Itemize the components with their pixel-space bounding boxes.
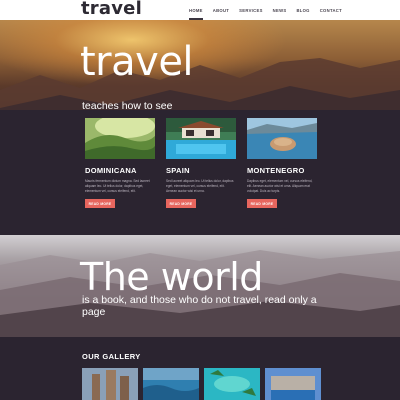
nav-contact[interactable]: CONTACT (320, 8, 342, 13)
card-text: Dapibus eget, elementum vel, cursus elei… (247, 179, 313, 193)
read-more-button[interactable]: READ MORE (166, 199, 196, 208)
gallery-thumb-lagoon[interactable] (204, 368, 260, 400)
nav-blog[interactable]: BLOG (296, 8, 309, 13)
gallery-title: OUR GALLERY (82, 352, 141, 361)
quote-subtitle: is a book, and those who do not travel, … (82, 294, 317, 318)
read-more-button[interactable]: READ MORE (85, 199, 115, 208)
destination-card-dominicana: DOMINICANA Mauris fermentum dictum magna… (85, 118, 155, 208)
spain-image[interactable] (166, 118, 236, 159)
gallery-thumb-hotel[interactable] (265, 368, 321, 400)
destination-card-spain: SPAIN Sed laoreet aliquam leo. Ut tellus… (166, 118, 236, 208)
card-title: DOMINICANA (85, 166, 137, 175)
card-title: SPAIN (166, 166, 190, 175)
quote-banner: The world is a book, and those who do no… (0, 235, 400, 337)
gallery-section: OUR GALLERY (0, 337, 400, 400)
destinations-section: DOMINICANA Mauris fermentum dictum magna… (0, 110, 400, 235)
nav-services[interactable]: SERVICES (239, 8, 263, 13)
gallery-thumb-cathedral[interactable] (82, 368, 138, 400)
card-title: MONTENEGRO (247, 166, 305, 175)
card-text: Mauris fermentum dictum magna. Sed laore… (85, 179, 150, 193)
read-more-button[interactable]: READ MORE (247, 199, 277, 208)
quote-title: The world (80, 255, 263, 299)
gallery-thumb-sea[interactable] (143, 368, 199, 400)
site-header: travel HOME ABOUT SERVICES NEWS BLOG CON… (0, 0, 400, 21)
card-text: Sed laoreet aliquam leo. Ut tellus dolor… (166, 179, 234, 193)
nav-news[interactable]: NEWS (273, 8, 287, 13)
main-nav: HOME ABOUT SERVICES NEWS BLOG CONTACT (189, 8, 352, 20)
hero-title: travel (80, 39, 194, 85)
destination-card-montenegro: MONTENEGRO Dapibus eget, elementum vel, … (247, 118, 317, 208)
dominicana-image[interactable] (85, 118, 155, 159)
site-logo[interactable]: travel (81, 0, 142, 19)
montenegro-image[interactable] (247, 118, 317, 159)
nav-about[interactable]: ABOUT (213, 8, 229, 13)
nav-home[interactable]: HOME (189, 8, 203, 20)
